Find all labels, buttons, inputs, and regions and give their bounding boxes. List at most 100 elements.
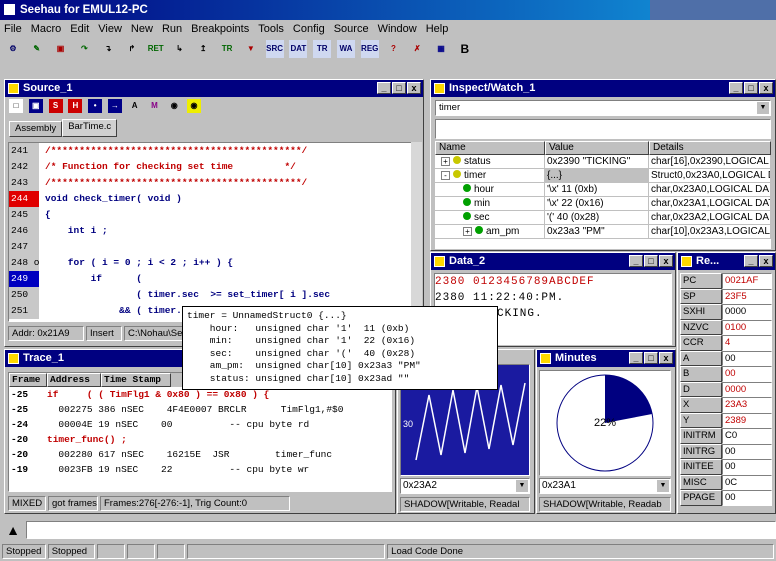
menu-window[interactable]: Window bbox=[378, 21, 417, 37]
help-icon[interactable]: ? bbox=[385, 40, 403, 58]
register-value[interactable]: 0100 bbox=[722, 319, 772, 335]
expand-up-icon[interactable]: ▲ bbox=[4, 521, 22, 539]
dropdown-arrow-icon[interactable]: ▼ bbox=[757, 102, 769, 114]
source-line[interactable]: 246 int i ; bbox=[9, 223, 411, 239]
new-file-icon[interactable]: □ bbox=[9, 99, 23, 113]
register-row[interactable]: SP 23F5 bbox=[680, 288, 773, 304]
source-line[interactable]: 243 /************************************… bbox=[9, 175, 411, 191]
windows-icon[interactable]: ▦ bbox=[432, 40, 450, 58]
save-icon[interactable]: ▣ bbox=[28, 99, 43, 113]
toolbar-b-button[interactable]: B bbox=[456, 40, 474, 58]
source-line[interactable]: 242 /* Function for checking set time */ bbox=[9, 159, 411, 175]
menu-run[interactable]: Run bbox=[162, 21, 182, 37]
register-row[interactable]: INITRG 00 bbox=[680, 443, 773, 459]
watch-value[interactable]: 0x2390 "TICKING" bbox=[545, 155, 649, 169]
register-value[interactable]: 00 bbox=[722, 350, 772, 366]
trace-icon[interactable]: TR bbox=[218, 40, 236, 58]
dropdown-arrow-icon[interactable]: ▼ bbox=[516, 480, 528, 492]
expand-toggle-icon[interactable]: - bbox=[441, 171, 450, 180]
wa-window-icon[interactable]: WA bbox=[336, 40, 355, 58]
watch-row[interactable]: min '\x' 22 (0x16) char,0x23A1,LOGICAL DAT bbox=[435, 197, 771, 211]
tr-window-icon[interactable]: TR bbox=[313, 40, 332, 58]
expand-toggle-icon[interactable]: + bbox=[441, 157, 450, 166]
maximize-button[interactable]: □ bbox=[644, 352, 658, 364]
watch-row[interactable]: + status 0x2390 "TICKING" char[16],0x2390,L… bbox=[435, 155, 771, 169]
close-button[interactable]: x bbox=[759, 82, 773, 94]
col-timestamp[interactable]: Time Stamp bbox=[101, 373, 171, 387]
menu-tools[interactable]: Tools bbox=[258, 21, 284, 37]
minimize-button[interactable]: _ bbox=[629, 352, 643, 364]
mark-icon[interactable]: M bbox=[147, 99, 161, 113]
inspect-title-bar[interactable]: Inspect/Watch_1 _ □ x bbox=[431, 80, 775, 97]
col-name[interactable]: Name bbox=[435, 141, 545, 155]
register-row[interactable]: PPAGE 00 bbox=[680, 490, 773, 506]
watch-value[interactable]: {...} bbox=[545, 169, 649, 183]
register-value[interactable]: 00 bbox=[722, 443, 772, 459]
watch-value[interactable]: 0x23a3 "PM" bbox=[545, 225, 649, 239]
source-title-bar[interactable]: Source_1 _ □ x bbox=[5, 80, 423, 97]
register-value[interactable]: 0000 bbox=[722, 381, 772, 397]
maximize-button[interactable]: □ bbox=[744, 82, 758, 94]
watch-expression-input[interactable]: timer ▼ bbox=[435, 100, 771, 116]
register-row[interactable]: D 0000 bbox=[680, 381, 773, 397]
register-row[interactable]: PC 0021AF bbox=[680, 273, 773, 289]
font-icon[interactable]: A bbox=[128, 99, 142, 113]
trace-row[interactable]: -19 0023FB 19 nSEC 22 -- cpu byte wr bbox=[9, 462, 391, 477]
line-number[interactable]: 247 bbox=[9, 239, 39, 255]
source-line[interactable]: 250 ( timer.sec >= set_timer[ i ].sec bbox=[9, 287, 411, 303]
address-icon[interactable]: • bbox=[88, 99, 103, 113]
register-row[interactable]: A 00 bbox=[680, 350, 773, 366]
toolbar-button-1[interactable]: ⚙ bbox=[4, 40, 22, 58]
minutes-address-combo[interactable]: 0x23A1 ▼ bbox=[539, 478, 671, 494]
step-out-icon[interactable]: ↱ bbox=[123, 40, 141, 58]
maximize-button[interactable]: □ bbox=[392, 82, 406, 94]
return-icon[interactable]: RET bbox=[147, 40, 165, 58]
register-value[interactable]: 23F5 bbox=[722, 288, 772, 304]
close-button[interactable]: x bbox=[407, 82, 421, 94]
watch-row[interactable]: - timer {...} Struct0,0x23A0,LOGICAL D bbox=[435, 169, 771, 183]
filter-icon[interactable]: ▼ bbox=[242, 40, 260, 58]
menu-edit[interactable]: Edit bbox=[70, 21, 89, 37]
register-value[interactable]: 00 bbox=[722, 366, 772, 382]
set-breakpoint-icon[interactable]: S bbox=[48, 99, 63, 113]
minimize-button[interactable]: _ bbox=[744, 255, 758, 267]
toolbar-button-9[interactable]: ↥ bbox=[194, 40, 212, 58]
menu-new[interactable]: New bbox=[131, 21, 153, 37]
goto-icon[interactable]: → bbox=[107, 99, 122, 113]
data-title-bar[interactable]: Data_2 _ □ x bbox=[431, 253, 675, 270]
source-code-view[interactable]: 241 /************************************… bbox=[8, 142, 412, 322]
register-value[interactable]: 0000 bbox=[722, 304, 772, 320]
graph-address-combo[interactable]: 0x23A2 ▼ bbox=[400, 478, 530, 494]
register-row[interactable]: NZVC 0100 bbox=[680, 319, 773, 335]
register-value[interactable]: 00 bbox=[722, 459, 772, 475]
exit-icon[interactable]: ✗ bbox=[408, 40, 426, 58]
register-row[interactable]: MISC 0C bbox=[680, 474, 773, 490]
menu-file[interactable]: File bbox=[4, 21, 22, 37]
register-row[interactable]: INITRM C0 bbox=[680, 428, 773, 444]
step-over-icon[interactable]: ↷ bbox=[75, 40, 93, 58]
dropdown-arrow-icon[interactable]: ▼ bbox=[657, 480, 669, 492]
maximize-button[interactable]: □ bbox=[644, 255, 658, 267]
source-line[interactable]: 241 /************************************… bbox=[9, 143, 411, 159]
trace-row[interactable]: -20 timer_func() ; bbox=[9, 432, 391, 447]
dat-window-icon[interactable]: DAT bbox=[289, 40, 308, 58]
toolbar-button-2[interactable]: ✎ bbox=[28, 40, 46, 58]
watch-row[interactable]: hour '\x' 11 (0xb) char,0x23A0,LOGICAL DA bbox=[435, 183, 771, 197]
close-button[interactable]: x bbox=[659, 255, 673, 267]
minimize-button[interactable]: _ bbox=[377, 82, 391, 94]
register-value[interactable]: 2389 bbox=[722, 412, 772, 428]
register-row[interactable]: CCR 4 bbox=[680, 335, 773, 351]
trace-row[interactable]: -25 002275 386 nSEC 4F4E0007 BRCLR TimFl… bbox=[9, 402, 391, 417]
hard-breakpoint-icon[interactable]: H bbox=[68, 99, 83, 113]
registers-title-bar[interactable]: Re... _ x bbox=[678, 253, 775, 270]
source-scrollbar[interactable] bbox=[411, 142, 422, 322]
trace-list[interactable]: Frame Address Time Stamp -25 if ( ( TimFl… bbox=[8, 372, 392, 492]
register-row[interactable]: Y 2389 bbox=[680, 412, 773, 428]
find-next-icon[interactable]: ◉ bbox=[187, 99, 202, 113]
source-line[interactable]: 245 { bbox=[9, 207, 411, 223]
register-value[interactable]: 23A3 bbox=[722, 397, 772, 413]
watch-value[interactable]: '(' 40 (0x28) bbox=[545, 211, 649, 225]
line-number[interactable]: 242 bbox=[9, 159, 39, 175]
line-number[interactable]: 244 bbox=[9, 191, 39, 207]
trace-row[interactable]: -20 002280 617 nSEC 16215E JSR timer_fun… bbox=[9, 447, 391, 462]
